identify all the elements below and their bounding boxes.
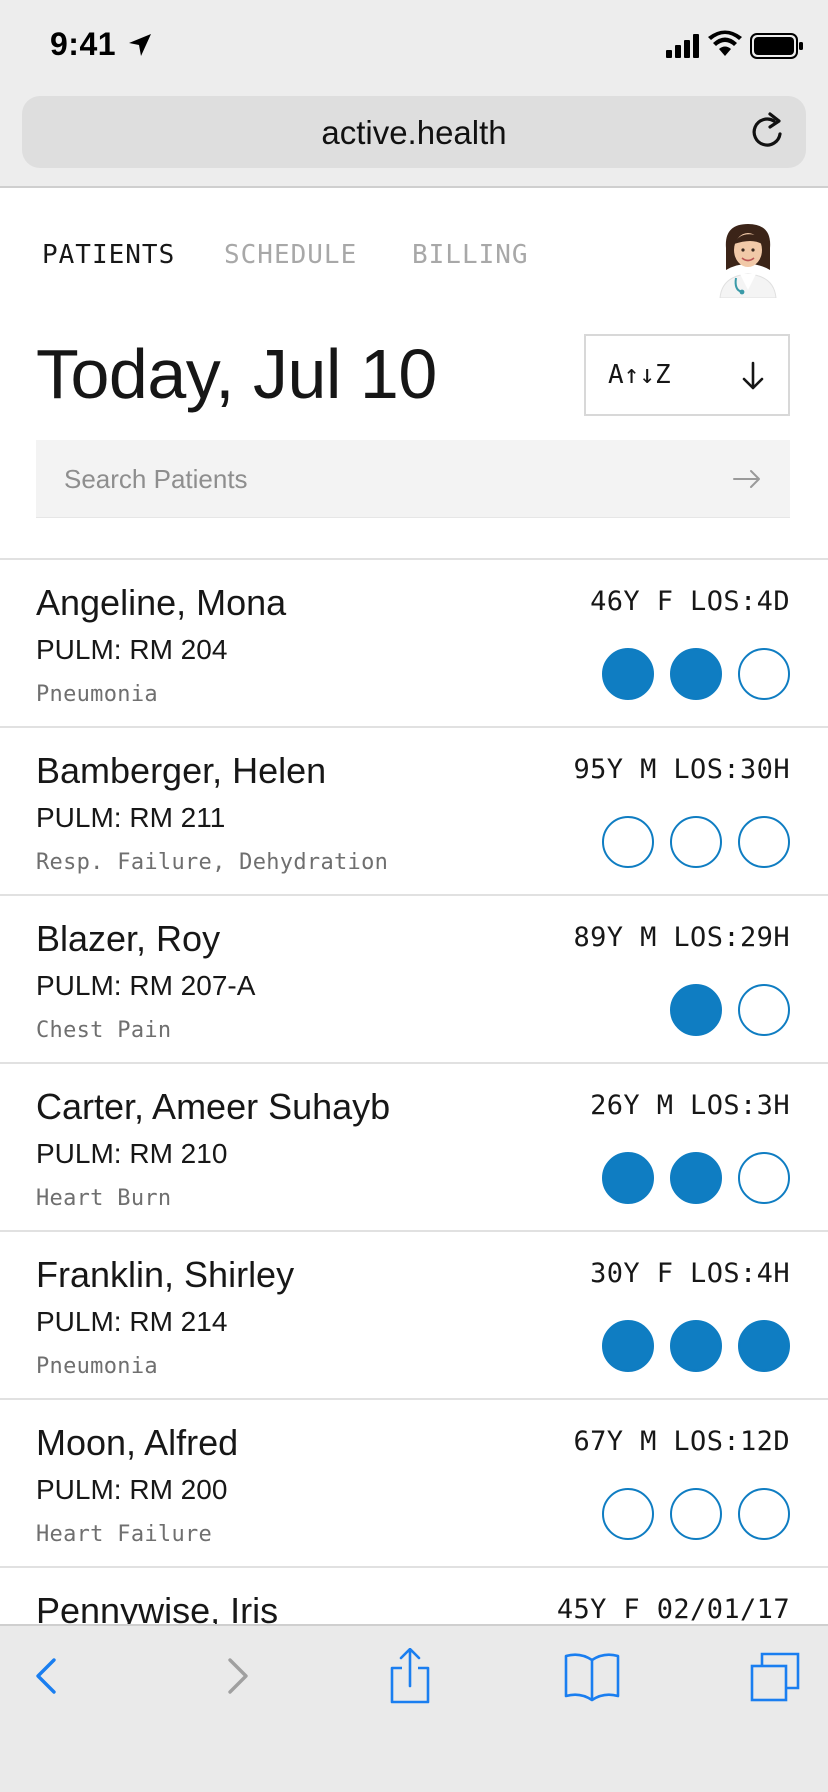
status-dot-filled	[602, 1320, 654, 1372]
search-bar	[36, 440, 790, 518]
patient-room: PULM: RM 211	[36, 802, 226, 833]
patient-room: PULM: RM 204	[36, 634, 228, 665]
patient-diagnosis: Resp. Failure, Dehydration	[36, 850, 389, 875]
patient-diagnosis: Heart Failure	[36, 1522, 213, 1547]
patient-name: Angeline, Mona	[36, 582, 287, 623]
status-indicators	[602, 1488, 790, 1540]
status-dot-filled	[602, 1152, 654, 1204]
patient-row[interactable]: Moon, Alfred PULM: RM 200 Heart Failure …	[0, 1400, 828, 1568]
patient-meta: 67Y M LOS:12D	[573, 1426, 790, 1457]
patient-meta: 89Y M LOS:29H	[573, 922, 790, 953]
patient-name: Carter, Ameer Suhayb	[36, 1086, 391, 1127]
sort-label: A↑↓Z	[608, 360, 671, 390]
status-dot-filled	[670, 1320, 722, 1372]
patient-row[interactable]: Angeline, Mona PULM: RM 204 Pneumonia 46…	[0, 560, 828, 728]
patient-room: PULM: RM 207-A	[36, 970, 256, 1001]
battery-icon	[750, 33, 803, 59]
patient-meta: 26Y M LOS:3H	[590, 1090, 790, 1121]
patient-diagnosis: Chest Pain	[36, 1018, 172, 1043]
back-icon[interactable]	[18, 1648, 78, 1704]
tab-billing[interactable]: BILLING	[412, 240, 529, 270]
forward-icon[interactable]	[206, 1648, 266, 1704]
patient-list: Angeline, Mona PULM: RM 204 Pneumonia 46…	[0, 558, 828, 1736]
sort-dropdown[interactable]: A↑↓Z	[584, 334, 790, 416]
status-time: 9:41	[50, 26, 117, 62]
patient-name: Moon, Alfred	[36, 1422, 239, 1463]
status-dot-filled	[738, 1320, 790, 1372]
url-text: active.health	[321, 114, 507, 151]
tabs-icon[interactable]	[748, 1648, 808, 1704]
patient-row[interactable]: Carter, Ameer Suhayb PULM: RM 210 Heart …	[0, 1064, 828, 1232]
status-dot-filled	[670, 1152, 722, 1204]
patient-room: PULM: RM 214	[36, 1306, 228, 1337]
arrow-right-icon[interactable]	[732, 468, 762, 490]
status-indicators	[602, 816, 790, 868]
patient-name: Blazer, Roy	[36, 918, 221, 959]
bookmarks-icon[interactable]	[562, 1648, 622, 1704]
browser-top-bar: 9:41 active.health	[0, 0, 828, 188]
cellular-signal-icon	[666, 34, 699, 58]
location-arrow-icon	[129, 34, 151, 56]
patient-row[interactable]: Blazer, Roy PULM: RM 207-A Chest Pain 89…	[0, 896, 828, 1064]
status-dot-empty	[738, 1488, 790, 1540]
patient-meta: 95Y M LOS:30H	[573, 754, 790, 785]
status-dot-empty	[738, 1152, 790, 1204]
tab-patients[interactable]: PATIENTS	[42, 240, 175, 270]
patient-meta: 45Y F 02/01/17	[556, 1594, 790, 1625]
patient-name: Bamberger, Helen	[36, 750, 327, 791]
status-dot-empty	[738, 648, 790, 700]
status-indicators	[602, 648, 790, 700]
app-nav: PATIENTS SCHEDULE BILLING	[0, 188, 828, 328]
status-dot-empty	[602, 1488, 654, 1540]
status-dot-filled	[602, 648, 654, 700]
status-dot-empty	[738, 816, 790, 868]
patient-diagnosis: Pneumonia	[36, 682, 158, 707]
patient-meta: 46Y F LOS:4D	[590, 586, 790, 617]
patient-room: PULM: RM 210	[36, 1138, 228, 1169]
patient-meta: 30Y F LOS:4H	[590, 1258, 790, 1289]
patient-name: Franklin, Shirley	[36, 1254, 295, 1295]
wifi-icon	[708, 30, 742, 56]
status-dot-empty	[670, 1488, 722, 1540]
share-icon[interactable]	[380, 1648, 440, 1704]
status-dot-empty	[670, 816, 722, 868]
tab-schedule[interactable]: SCHEDULE	[224, 240, 357, 270]
address-bar[interactable]: active.health	[22, 96, 806, 168]
status-indicators	[670, 984, 790, 1036]
patient-diagnosis: Heart Burn	[36, 1186, 172, 1211]
patient-row[interactable]: Bamberger, Helen PULM: RM 211 Resp. Fail…	[0, 728, 828, 896]
search-input[interactable]	[64, 440, 704, 518]
page-title: Today, Jul 10	[36, 335, 437, 413]
browser-toolbar	[0, 1624, 828, 1792]
patient-diagnosis: Pneumonia	[36, 1354, 158, 1379]
patient-room: PULM: RM 200	[36, 1474, 228, 1505]
status-dot-filled	[670, 648, 722, 700]
arrow-down-icon	[742, 361, 764, 390]
patient-row[interactable]: Franklin, Shirley PULM: RM 214 Pneumonia…	[0, 1232, 828, 1400]
status-dot-empty	[602, 816, 654, 868]
status-indicators	[602, 1152, 790, 1204]
reload-icon[interactable]	[746, 110, 790, 154]
status-dot-empty	[738, 984, 790, 1036]
avatar[interactable]	[712, 218, 784, 298]
status-indicators	[602, 1320, 790, 1372]
status-dot-filled	[670, 984, 722, 1036]
